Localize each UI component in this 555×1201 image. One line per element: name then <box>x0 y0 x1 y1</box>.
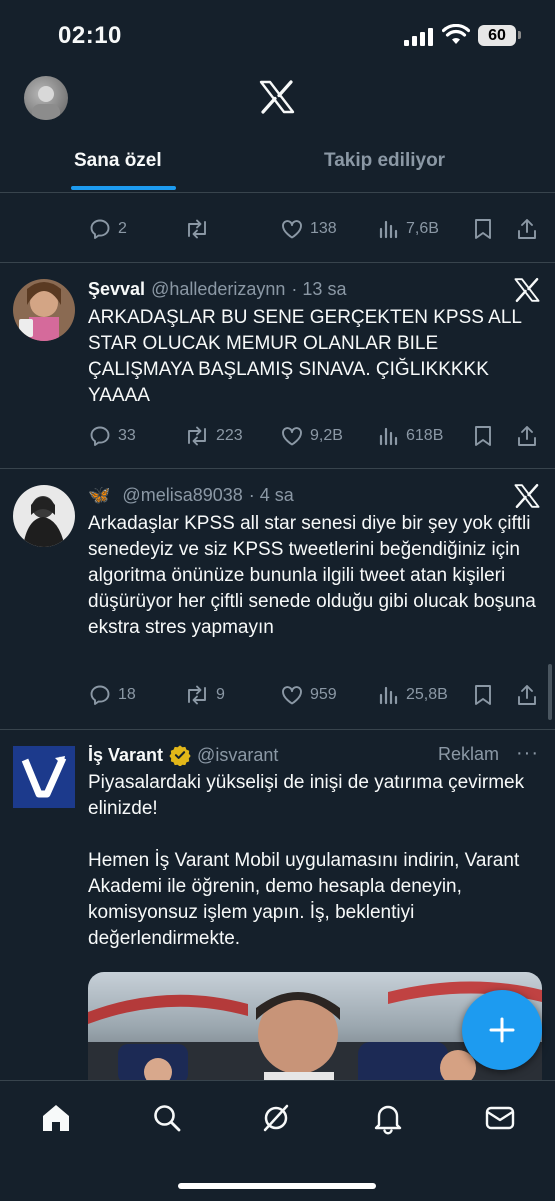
author-handle[interactable]: @isvarant <box>197 745 278 766</box>
tweet-header: Şevval @hallederizaynn · 13 sa <box>88 279 346 300</box>
profile-avatar[interactable] <box>24 76 68 120</box>
like-count: 138 <box>310 220 337 237</box>
reply-count: 18 <box>118 686 136 703</box>
views-button[interactable]: 7,6B <box>378 217 439 241</box>
like-count: 9,2B <box>310 427 343 444</box>
share-icon <box>518 219 536 239</box>
tweet[interactable]: Şevval @hallederizaynn · 13 sa ARKADAŞLA… <box>0 263 555 469</box>
compose-button[interactable] <box>462 990 542 1070</box>
signal-icon <box>404 28 433 46</box>
tweet-time: · 4 sa <box>248 485 294 505</box>
repost-icon <box>188 685 206 705</box>
bell-icon[interactable] <box>373 1103 403 1135</box>
x-logo-icon[interactable] <box>514 483 540 509</box>
tweet-text: ARKADAŞLAR BU SENE GERÇEKTEN KPSS ALL ST… <box>88 307 527 406</box>
share-button[interactable] <box>516 424 538 448</box>
tweet-text: Arkadaşlar KPSS all star senesi diye bir… <box>88 513 542 638</box>
views-count: 7,6B <box>406 220 439 237</box>
previous-tweet[interactable]: 2 138 7,6B <box>0 193 555 263</box>
views-button[interactable]: 618B <box>378 424 443 448</box>
tweet-time: · 13 sa <box>291 279 347 299</box>
like-button[interactable]: 9,2B <box>280 424 343 448</box>
wifi-icon <box>442 24 470 44</box>
grok-icon[interactable] <box>261 1103 291 1133</box>
x-logo-icon[interactable] <box>514 277 540 303</box>
promoted-label: Reklam <box>438 744 500 764</box>
reply-count: 2 <box>118 220 127 237</box>
author-name[interactable]: Şevval <box>88 279 145 300</box>
reply-button[interactable]: 18 <box>88 683 136 707</box>
battery-icon: 60 <box>478 25 516 46</box>
like-icon <box>282 427 302 446</box>
author-name[interactable]: İş Varant <box>88 745 163 766</box>
home-indicator[interactable] <box>178 1183 376 1189</box>
reply-icon <box>90 219 110 239</box>
tweet-actions: 18 9 959 25,8B <box>0 683 555 713</box>
repost-count: 9 <box>216 686 225 703</box>
tab-for-you[interactable]: Sana özel <box>74 150 162 172</box>
tab-following[interactable]: Takip ediliyor <box>324 150 445 172</box>
tweet-header: 🦋 @melisa89038 · 4 sa <box>88 485 294 506</box>
views-icon <box>379 686 398 705</box>
tab-active-indicator <box>71 186 176 190</box>
status-time: 02:10 <box>58 22 122 49</box>
views-button[interactable]: 25,8B <box>378 683 448 707</box>
advertiser-logo[interactable] <box>13 746 75 808</box>
repost-button[interactable] <box>184 217 216 241</box>
like-button[interactable]: 138 <box>280 217 337 241</box>
repost-icon <box>188 219 206 239</box>
timeline-header: Sana özel Takip ediliyor <box>0 70 555 193</box>
repost-icon <box>188 426 206 446</box>
battery-tip <box>518 31 521 39</box>
avatar[interactable] <box>13 485 75 547</box>
tweet[interactable]: 🦋 @melisa89038 · 4 sa Arkadaşlar KPSS al… <box>0 469 555 730</box>
bookmark-button[interactable] <box>473 683 493 707</box>
views-count: 618B <box>406 427 444 444</box>
avatar[interactable] <box>13 279 75 341</box>
bookmark-button[interactable] <box>473 424 493 448</box>
reply-button[interactable]: 33 <box>88 424 136 448</box>
reply-icon <box>90 426 110 446</box>
share-button[interactable] <box>516 217 538 241</box>
scrollbar[interactable] <box>548 664 552 720</box>
tweet-actions: 33 223 9,2B 618B <box>0 424 555 454</box>
search-icon[interactable] <box>152 1103 182 1133</box>
bookmark-icon <box>475 426 491 446</box>
share-icon <box>518 685 536 705</box>
bookmark-icon <box>475 219 491 239</box>
more-options-icon[interactable]: ··· <box>516 742 539 765</box>
x-logo-icon[interactable] <box>259 80 295 114</box>
views-icon <box>379 220 398 239</box>
tweet-text: Piyasalardaki yükselişi de inişi de yatı… <box>88 772 525 949</box>
like-count: 959 <box>310 686 337 703</box>
tweet-header: İş Varant @isvarant <box>88 744 278 766</box>
author-handle[interactable]: @hallederizaynn <box>151 279 285 300</box>
author-name[interactable]: 🦋 <box>88 485 110 506</box>
views-icon <box>379 427 398 446</box>
views-count: 25,8B <box>406 686 448 703</box>
repost-button[interactable]: 9 <box>184 683 225 707</box>
status-bar: 02:10 60 <box>0 0 555 70</box>
reply-count: 33 <box>118 427 136 444</box>
tweet-actions: 2 138 7,6B <box>0 217 555 247</box>
repost-button[interactable]: 223 <box>184 424 243 448</box>
like-icon <box>282 686 302 705</box>
mail-icon[interactable] <box>484 1103 516 1133</box>
share-button[interactable] <box>516 683 538 707</box>
plus-icon <box>489 1017 515 1043</box>
share-icon <box>518 426 536 446</box>
home-icon[interactable] <box>40 1103 72 1133</box>
repost-count: 223 <box>216 427 243 444</box>
bookmark-icon <box>475 685 491 705</box>
author-handle[interactable]: @melisa89038 <box>122 485 242 506</box>
bookmark-button[interactable] <box>473 217 493 241</box>
verified-badge-icon <box>169 745 191 766</box>
like-icon <box>282 220 302 239</box>
like-button[interactable]: 959 <box>280 683 337 707</box>
reply-icon <box>90 685 110 705</box>
reply-button[interactable]: 2 <box>88 217 127 241</box>
